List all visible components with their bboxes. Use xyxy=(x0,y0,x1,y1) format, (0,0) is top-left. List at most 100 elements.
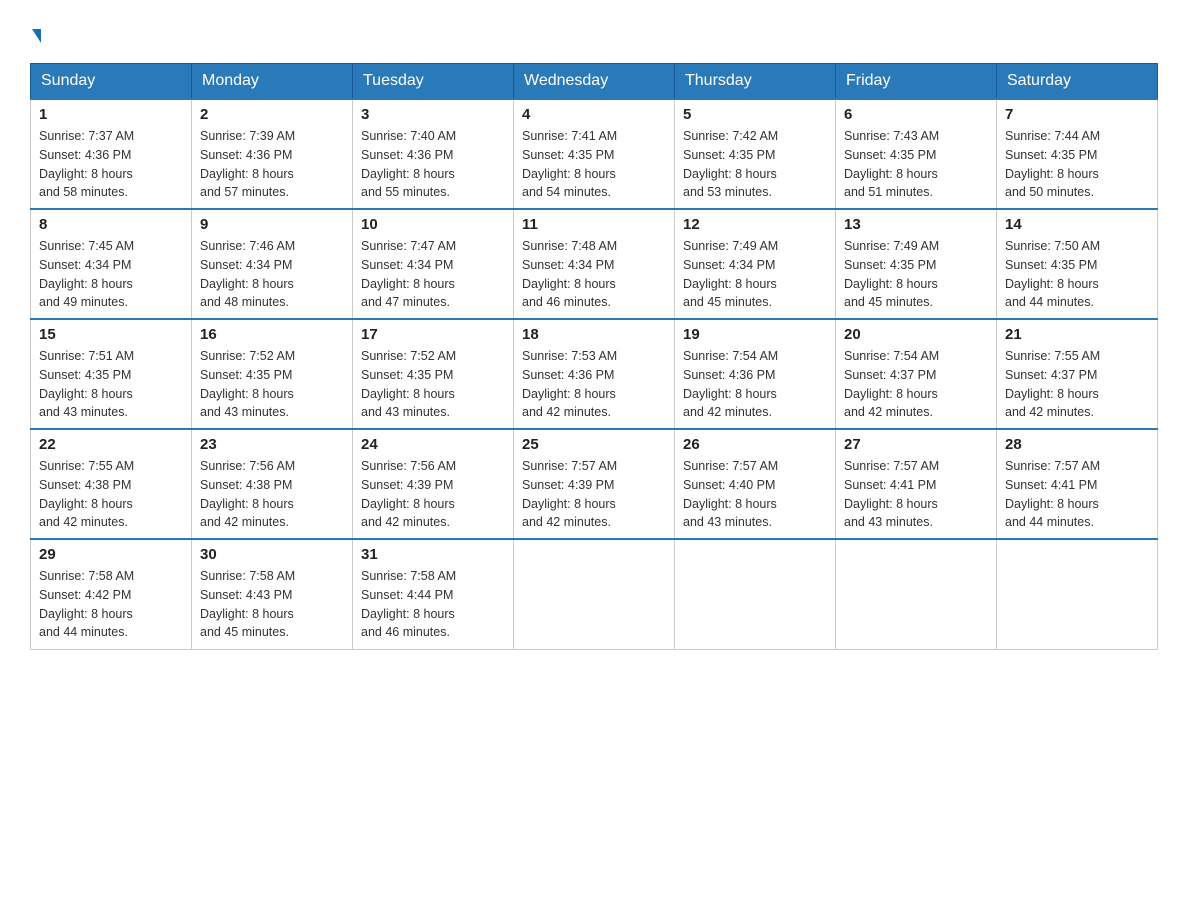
column-header-thursday: Thursday xyxy=(675,64,836,100)
day-number: 24 xyxy=(361,436,505,453)
day-cell: 24 Sunrise: 7:56 AMSunset: 4:39 PMDaylig… xyxy=(353,429,514,539)
day-info: Sunrise: 7:54 AMSunset: 4:36 PMDaylight:… xyxy=(683,347,827,422)
day-info: Sunrise: 7:58 AMSunset: 4:42 PMDaylight:… xyxy=(39,567,183,642)
day-cell: 30 Sunrise: 7:58 AMSunset: 4:43 PMDaylig… xyxy=(192,539,353,649)
day-info: Sunrise: 7:53 AMSunset: 4:36 PMDaylight:… xyxy=(522,347,666,422)
day-info: Sunrise: 7:44 AMSunset: 4:35 PMDaylight:… xyxy=(1005,127,1149,202)
day-info: Sunrise: 7:54 AMSunset: 4:37 PMDaylight:… xyxy=(844,347,988,422)
day-info: Sunrise: 7:41 AMSunset: 4:35 PMDaylight:… xyxy=(522,127,666,202)
day-number: 19 xyxy=(683,326,827,343)
day-cell: 28 Sunrise: 7:57 AMSunset: 4:41 PMDaylig… xyxy=(997,429,1158,539)
day-number: 1 xyxy=(39,106,183,123)
day-number: 13 xyxy=(844,216,988,233)
day-cell: 11 Sunrise: 7:48 AMSunset: 4:34 PMDaylig… xyxy=(514,209,675,319)
day-cell xyxy=(514,539,675,649)
day-number: 27 xyxy=(844,436,988,453)
day-number: 4 xyxy=(522,106,666,123)
day-number: 20 xyxy=(844,326,988,343)
day-info: Sunrise: 7:52 AMSunset: 4:35 PMDaylight:… xyxy=(361,347,505,422)
week-row-4: 22 Sunrise: 7:55 AMSunset: 4:38 PMDaylig… xyxy=(31,429,1158,539)
day-number: 10 xyxy=(361,216,505,233)
day-number: 5 xyxy=(683,106,827,123)
day-cell: 1 Sunrise: 7:37 AMSunset: 4:36 PMDayligh… xyxy=(31,99,192,209)
day-info: Sunrise: 7:40 AMSunset: 4:36 PMDaylight:… xyxy=(361,127,505,202)
day-cell: 4 Sunrise: 7:41 AMSunset: 4:35 PMDayligh… xyxy=(514,99,675,209)
day-info: Sunrise: 7:55 AMSunset: 4:38 PMDaylight:… xyxy=(39,457,183,532)
day-cell: 21 Sunrise: 7:55 AMSunset: 4:37 PMDaylig… xyxy=(997,319,1158,429)
day-cell: 8 Sunrise: 7:45 AMSunset: 4:34 PMDayligh… xyxy=(31,209,192,319)
day-number: 30 xyxy=(200,546,344,563)
day-number: 21 xyxy=(1005,326,1149,343)
header-row: SundayMondayTuesdayWednesdayThursdayFrid… xyxy=(31,64,1158,100)
day-info: Sunrise: 7:45 AMSunset: 4:34 PMDaylight:… xyxy=(39,237,183,312)
day-number: 28 xyxy=(1005,436,1149,453)
day-cell: 26 Sunrise: 7:57 AMSunset: 4:40 PMDaylig… xyxy=(675,429,836,539)
column-header-wednesday: Wednesday xyxy=(514,64,675,100)
day-number: 26 xyxy=(683,436,827,453)
day-info: Sunrise: 7:57 AMSunset: 4:41 PMDaylight:… xyxy=(844,457,988,532)
day-cell xyxy=(675,539,836,649)
day-info: Sunrise: 7:39 AMSunset: 4:36 PMDaylight:… xyxy=(200,127,344,202)
day-info: Sunrise: 7:50 AMSunset: 4:35 PMDaylight:… xyxy=(1005,237,1149,312)
day-cell: 29 Sunrise: 7:58 AMSunset: 4:42 PMDaylig… xyxy=(31,539,192,649)
day-number: 18 xyxy=(522,326,666,343)
day-cell: 3 Sunrise: 7:40 AMSunset: 4:36 PMDayligh… xyxy=(353,99,514,209)
day-cell: 19 Sunrise: 7:54 AMSunset: 4:36 PMDaylig… xyxy=(675,319,836,429)
day-number: 17 xyxy=(361,326,505,343)
week-row-5: 29 Sunrise: 7:58 AMSunset: 4:42 PMDaylig… xyxy=(31,539,1158,649)
day-cell: 22 Sunrise: 7:55 AMSunset: 4:38 PMDaylig… xyxy=(31,429,192,539)
day-cell: 2 Sunrise: 7:39 AMSunset: 4:36 PMDayligh… xyxy=(192,99,353,209)
week-row-2: 8 Sunrise: 7:45 AMSunset: 4:34 PMDayligh… xyxy=(31,209,1158,319)
day-cell: 13 Sunrise: 7:49 AMSunset: 4:35 PMDaylig… xyxy=(836,209,997,319)
day-number: 12 xyxy=(683,216,827,233)
day-info: Sunrise: 7:55 AMSunset: 4:37 PMDaylight:… xyxy=(1005,347,1149,422)
day-cell: 23 Sunrise: 7:56 AMSunset: 4:38 PMDaylig… xyxy=(192,429,353,539)
day-number: 31 xyxy=(361,546,505,563)
day-number: 8 xyxy=(39,216,183,233)
day-number: 22 xyxy=(39,436,183,453)
day-cell: 25 Sunrise: 7:57 AMSunset: 4:39 PMDaylig… xyxy=(514,429,675,539)
page-header xyxy=(30,20,1158,47)
day-number: 7 xyxy=(1005,106,1149,123)
day-cell xyxy=(836,539,997,649)
day-cell: 27 Sunrise: 7:57 AMSunset: 4:41 PMDaylig… xyxy=(836,429,997,539)
day-cell: 16 Sunrise: 7:52 AMSunset: 4:35 PMDaylig… xyxy=(192,319,353,429)
day-info: Sunrise: 7:57 AMSunset: 4:41 PMDaylight:… xyxy=(1005,457,1149,532)
logo-top xyxy=(30,20,41,47)
day-cell: 12 Sunrise: 7:49 AMSunset: 4:34 PMDaylig… xyxy=(675,209,836,319)
day-cell: 31 Sunrise: 7:58 AMSunset: 4:44 PMDaylig… xyxy=(353,539,514,649)
day-number: 3 xyxy=(361,106,505,123)
day-info: Sunrise: 7:57 AMSunset: 4:39 PMDaylight:… xyxy=(522,457,666,532)
day-info: Sunrise: 7:43 AMSunset: 4:35 PMDaylight:… xyxy=(844,127,988,202)
day-info: Sunrise: 7:56 AMSunset: 4:39 PMDaylight:… xyxy=(361,457,505,532)
day-info: Sunrise: 7:57 AMSunset: 4:40 PMDaylight:… xyxy=(683,457,827,532)
day-info: Sunrise: 7:56 AMSunset: 4:38 PMDaylight:… xyxy=(200,457,344,532)
day-info: Sunrise: 7:58 AMSunset: 4:43 PMDaylight:… xyxy=(200,567,344,642)
day-info: Sunrise: 7:42 AMSunset: 4:35 PMDaylight:… xyxy=(683,127,827,202)
day-number: 29 xyxy=(39,546,183,563)
day-info: Sunrise: 7:48 AMSunset: 4:34 PMDaylight:… xyxy=(522,237,666,312)
day-cell: 20 Sunrise: 7:54 AMSunset: 4:37 PMDaylig… xyxy=(836,319,997,429)
day-info: Sunrise: 7:47 AMSunset: 4:34 PMDaylight:… xyxy=(361,237,505,312)
day-number: 11 xyxy=(522,216,666,233)
calendar-table: SundayMondayTuesdayWednesdayThursdayFrid… xyxy=(30,63,1158,650)
day-cell: 10 Sunrise: 7:47 AMSunset: 4:34 PMDaylig… xyxy=(353,209,514,319)
day-number: 15 xyxy=(39,326,183,343)
day-cell: 17 Sunrise: 7:52 AMSunset: 4:35 PMDaylig… xyxy=(353,319,514,429)
day-info: Sunrise: 7:37 AMSunset: 4:36 PMDaylight:… xyxy=(39,127,183,202)
column-header-saturday: Saturday xyxy=(997,64,1158,100)
day-cell: 9 Sunrise: 7:46 AMSunset: 4:34 PMDayligh… xyxy=(192,209,353,319)
day-info: Sunrise: 7:51 AMSunset: 4:35 PMDaylight:… xyxy=(39,347,183,422)
day-cell: 15 Sunrise: 7:51 AMSunset: 4:35 PMDaylig… xyxy=(31,319,192,429)
day-number: 2 xyxy=(200,106,344,123)
day-number: 16 xyxy=(200,326,344,343)
day-cell: 6 Sunrise: 7:43 AMSunset: 4:35 PMDayligh… xyxy=(836,99,997,209)
logo xyxy=(30,20,41,47)
day-number: 25 xyxy=(522,436,666,453)
day-info: Sunrise: 7:49 AMSunset: 4:34 PMDaylight:… xyxy=(683,237,827,312)
day-cell: 7 Sunrise: 7:44 AMSunset: 4:35 PMDayligh… xyxy=(997,99,1158,209)
day-number: 14 xyxy=(1005,216,1149,233)
day-number: 23 xyxy=(200,436,344,453)
day-info: Sunrise: 7:46 AMSunset: 4:34 PMDaylight:… xyxy=(200,237,344,312)
day-number: 6 xyxy=(844,106,988,123)
